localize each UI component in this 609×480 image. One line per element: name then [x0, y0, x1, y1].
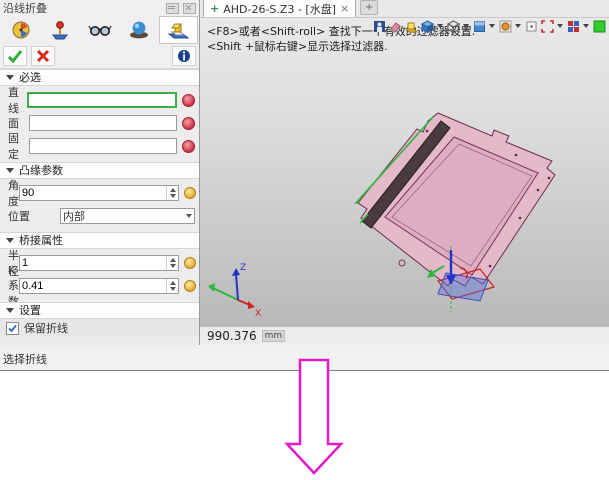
position-value: 内部 [63, 208, 183, 224]
field-row-angle: 角度 [8, 184, 195, 202]
field-row-kfactor: K系数 [8, 277, 195, 295]
section-required[interactable]: 必选 [0, 69, 199, 86]
keep-foldline-checkbox[interactable] [6, 322, 19, 335]
cad-application-window: 沿线折叠 [0, 0, 609, 480]
field-label: 面 [8, 115, 29, 131]
ok-button[interactable] [3, 46, 27, 66]
bend-fields: 半径 K系数 [0, 249, 199, 302]
section-label: 桥接属性 [19, 233, 63, 248]
panel-close-icon[interactable] [183, 3, 196, 14]
section-flange-params[interactable]: 凸缘参数 [0, 162, 199, 179]
tab-active-document[interactable]: + AHD-26-S.Z3 - [水盘] × [203, 0, 356, 17]
panel-header: 沿线折叠 [0, 0, 199, 16]
required-pick-icon[interactable] [182, 94, 195, 107]
sphere-icon[interactable] [119, 16, 158, 44]
part-icon: + [210, 2, 219, 15]
joystick-icon[interactable] [40, 16, 79, 44]
measure-bar: 990.376 mm [200, 327, 609, 345]
angle-spinner [19, 185, 179, 201]
expression-icon[interactable] [184, 257, 196, 269]
new-tab-button[interactable]: + [360, 0, 378, 15]
required-pick-icon[interactable] [182, 140, 195, 153]
section-bend-attrs[interactable]: 桥接属性 [0, 232, 199, 249]
section-settings[interactable]: 设置 [0, 302, 199, 319]
document-tab-bar: + AHD-26-S.Z3 - [水盘] × + [200, 0, 609, 18]
model-hole-large [399, 260, 405, 266]
keep-foldline-label: 保留折线 [24, 320, 68, 336]
face-input[interactable] [29, 115, 177, 131]
field-label: 直线 [8, 84, 27, 116]
chevron-down-icon [186, 214, 192, 218]
section-label: 凸缘参数 [19, 163, 63, 178]
panel-title: 沿线折叠 [3, 0, 162, 16]
glasses-icon[interactable] [80, 16, 119, 44]
collapse-icon [6, 308, 14, 313]
section-label: 必选 [19, 70, 41, 85]
field-label: 位置 [8, 208, 60, 224]
collapse-icon [6, 168, 14, 173]
required-pick-icon[interactable] [182, 117, 195, 130]
measure-unit: mm [262, 330, 286, 342]
collapse-icon [6, 75, 14, 80]
sheet-metal-model[interactable]: Z X [200, 18, 609, 327]
view-triad: Z X [208, 263, 261, 319]
line-input[interactable] [27, 92, 177, 108]
kfactor-input[interactable] [20, 279, 166, 293]
tab-close-icon[interactable]: × [340, 2, 349, 15]
fixed-input[interactable] [29, 138, 177, 154]
position-select[interactable]: 内部 [60, 208, 195, 224]
triad-z-label: Z [240, 263, 246, 273]
spinner-buttons[interactable] [166, 279, 178, 293]
fold-by-line-panel: 沿线折叠 [0, 0, 200, 348]
prompt-text: 选择折线 [3, 351, 47, 367]
field-row-line: 直线 [8, 91, 195, 109]
flange-fields: 角度 位置 内部 [0, 179, 199, 232]
spinner-buttons[interactable] [166, 186, 178, 200]
fold-sheet-icon[interactable] [159, 16, 198, 44]
field-label: 固定 [8, 130, 29, 162]
3d-viewport[interactable]: <F8>或者<Shift-roll> 查找下一个有效的过滤器设置. <Shift… [200, 18, 609, 327]
field-row-face: 面 [8, 114, 195, 132]
kfactor-spinner [19, 278, 179, 294]
expression-icon[interactable] [184, 280, 196, 292]
panel-actions [0, 44, 199, 69]
field-row-radius: 半径 [8, 254, 195, 272]
field-row-fixed: 固定 [8, 137, 195, 155]
radius-input[interactable] [20, 256, 166, 270]
down-arrow-annotation [272, 352, 357, 478]
panel-menu-icon[interactable] [166, 3, 179, 14]
required-fields: 直线 面 固定 [0, 86, 199, 162]
section-label: 设置 [19, 303, 41, 318]
triad-x-label: X [255, 309, 261, 319]
field-label: 角度 [8, 177, 19, 209]
measure-value: 990.376 [207, 329, 257, 343]
keep-foldline-row: 保留折线 [0, 319, 199, 337]
tab-label: AHD-26-S.Z3 - [水盘] [223, 1, 336, 17]
collapse-icon [6, 238, 14, 243]
panel-toolbar [0, 16, 199, 44]
info-button[interactable] [172, 46, 196, 66]
spinner-buttons[interactable] [166, 256, 178, 270]
dial-icon[interactable] [1, 16, 40, 44]
radius-spinner [19, 255, 179, 271]
expression-icon[interactable] [184, 187, 196, 199]
angle-input[interactable] [20, 186, 166, 200]
cancel-button[interactable] [31, 46, 55, 66]
field-row-position: 位置 内部 [8, 207, 195, 225]
